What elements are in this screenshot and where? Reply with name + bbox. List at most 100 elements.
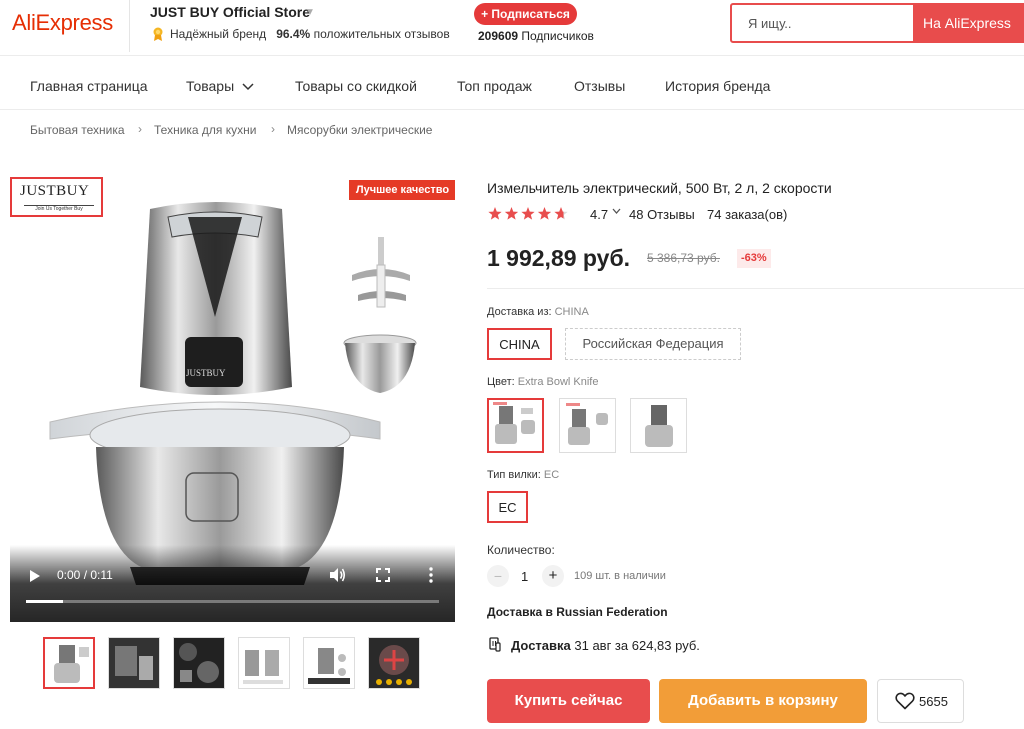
ship-from-option-russia[interactable]: Российская Федерация	[565, 328, 741, 360]
heart-icon	[895, 692, 915, 710]
stock-available: 109 шт. в наличии	[574, 570, 666, 582]
aliexpress-logo[interactable]: AliExpress	[12, 10, 113, 36]
quantity-decrease-button[interactable]: −	[487, 565, 509, 587]
breadcrumb-item[interactable]: Техника для кухни	[154, 123, 256, 137]
star-icon	[504, 207, 519, 220]
plug-label: Тип вилки: EC	[487, 469, 559, 481]
thumbnail-3[interactable]	[173, 637, 225, 689]
medal-icon	[153, 27, 163, 41]
nav-home[interactable]: Главная страница	[30, 78, 148, 94]
video-progress-fill	[26, 600, 64, 603]
orders-count: 74 заказа(ов)	[707, 207, 788, 222]
plug-option-ec[interactable]: EC	[487, 491, 528, 523]
subscribe-button[interactable]: + Подписаться	[474, 3, 577, 25]
positive-label: положительных отзывов	[313, 27, 450, 41]
positive-percent: 96.4%	[276, 27, 311, 41]
star-icon	[521, 207, 535, 220]
subscribers-count: 209609	[478, 29, 519, 43]
brand-tagline: Join Us Together Buy	[24, 205, 94, 212]
wishlist-count: 5655	[919, 694, 948, 709]
more-options-icon[interactable]	[428, 567, 434, 583]
chevron-down-icon[interactable]	[612, 208, 621, 215]
add-to-cart-button[interactable]: Добавить в корзину	[659, 679, 867, 723]
play-icon[interactable]	[30, 570, 40, 582]
thumbnail-image	[304, 638, 354, 688]
shipping-info: Доставка 31 авг за 624,83 руб.	[511, 638, 700, 653]
search-button[interactable]: На AliExpress	[913, 3, 1024, 43]
search-box: На AliExpress	[730, 3, 1024, 43]
breadcrumb-separator: ›	[138, 122, 142, 136]
product-video[interactable]: JUSTBUY JUSTBUY Join Us Together Buy Луч…	[10, 177, 455, 622]
discount-badge: -63%	[737, 249, 771, 268]
thumbnail-4[interactable]	[238, 637, 290, 689]
product-title: Измельчитель электрический, 500 Вт, 2 л,…	[487, 180, 832, 196]
wishlist-button[interactable]: 5655	[877, 679, 964, 723]
divider	[487, 288, 1024, 289]
star-rating-icon	[488, 207, 568, 220]
quality-badge: Лучшее качество	[349, 180, 455, 200]
shipping-heading: Доставка в Russian Federation	[487, 605, 668, 619]
star-icon	[537, 207, 552, 220]
store-nav: Главная страница Товары Товары со скидко…	[0, 64, 1024, 110]
color-option-image	[493, 402, 535, 444]
video-controls	[10, 545, 455, 622]
store-name[interactable]: JUST BUY Official Store	[150, 4, 310, 20]
header-divider	[129, 0, 130, 52]
color-title: Цвет:	[487, 376, 515, 388]
color-option-3[interactable]	[630, 398, 687, 453]
trusted-brand-label: Надёжный бренд	[170, 27, 267, 41]
color-option-1[interactable]	[487, 398, 544, 453]
plug-value: EC	[543, 469, 560, 481]
thumbnail-2[interactable]	[108, 637, 160, 689]
thumbnail-image	[109, 638, 159, 688]
color-option-2[interactable]	[559, 398, 616, 453]
svg-text:JUSTBUY: JUSTBUY	[186, 368, 226, 378]
thumbnail-5[interactable]	[303, 637, 355, 689]
rating-value[interactable]: 4.7	[590, 207, 608, 222]
ship-from-label: Доставка из: CHINA	[487, 306, 589, 318]
subscribers: 209609 Подписчиков	[478, 29, 594, 43]
search-input[interactable]	[732, 5, 912, 41]
nav-top-sales[interactable]: Топ продаж	[457, 78, 532, 94]
nav-products-label: Товары	[186, 78, 235, 94]
fullscreen-icon[interactable]	[376, 568, 390, 582]
star-icon	[488, 207, 502, 220]
subscribers-label: Подписчиков	[521, 29, 594, 43]
breadcrumb-item[interactable]: Бытовая техника	[30, 123, 125, 137]
video-progress-bar[interactable]	[26, 600, 439, 603]
ship-from-value: CHINA	[554, 306, 589, 318]
nav-brand-history[interactable]: История бренда	[665, 78, 770, 94]
thumbnail-image	[369, 638, 419, 688]
thumbnail-image	[174, 638, 224, 688]
thumbnail-1[interactable]	[43, 637, 95, 689]
video-time: 0:00 / 0:11	[57, 568, 113, 582]
thumbnail-image	[54, 645, 89, 683]
star-icon	[554, 207, 568, 220]
store-dropdown-icon[interactable]: ▼	[305, 7, 315, 18]
color-value: Extra Bowl Knife	[517, 376, 599, 388]
color-label: Цвет: Extra Bowl Knife	[487, 376, 598, 388]
current-price: 1 992,89 руб.	[487, 245, 631, 271]
thumbnail-image	[239, 638, 289, 688]
color-option-image	[645, 405, 673, 447]
reviews-link[interactable]: 48 Отзывы	[629, 207, 695, 222]
ship-from-title: Доставка из:	[487, 306, 552, 318]
nav-sale[interactable]: Товары со скидкой	[295, 78, 417, 94]
nav-reviews[interactable]: Отзывы	[574, 78, 625, 94]
store-rating: Надёжный бренд 96.4% положительных отзыв…	[170, 27, 450, 41]
quantity-input[interactable]: 1	[521, 569, 528, 584]
breadcrumb-item[interactable]: Мясорубки электрические	[287, 123, 432, 137]
quantity-label: Количество:	[487, 543, 555, 557]
thumbnail-6[interactable]	[368, 637, 420, 689]
shipping-label: Доставка	[511, 638, 571, 653]
brand-logo-badge: JUSTBUY Join Us Together Buy	[10, 177, 103, 217]
ship-from-option-china[interactable]: CHINA	[487, 328, 552, 360]
breadcrumb-separator: ›	[271, 122, 275, 136]
shipping-details: 31 авг за 624,83 руб.	[574, 638, 700, 653]
site-header: AliExpress JUST BUY Official Store ▼ Над…	[0, 0, 1024, 56]
volume-icon[interactable]	[328, 566, 346, 584]
shipping-icon	[489, 637, 501, 652]
buy-now-button[interactable]: Купить сейчас	[487, 679, 650, 723]
nav-products[interactable]: Товары	[186, 78, 254, 94]
quantity-increase-button[interactable]: +	[542, 565, 564, 587]
